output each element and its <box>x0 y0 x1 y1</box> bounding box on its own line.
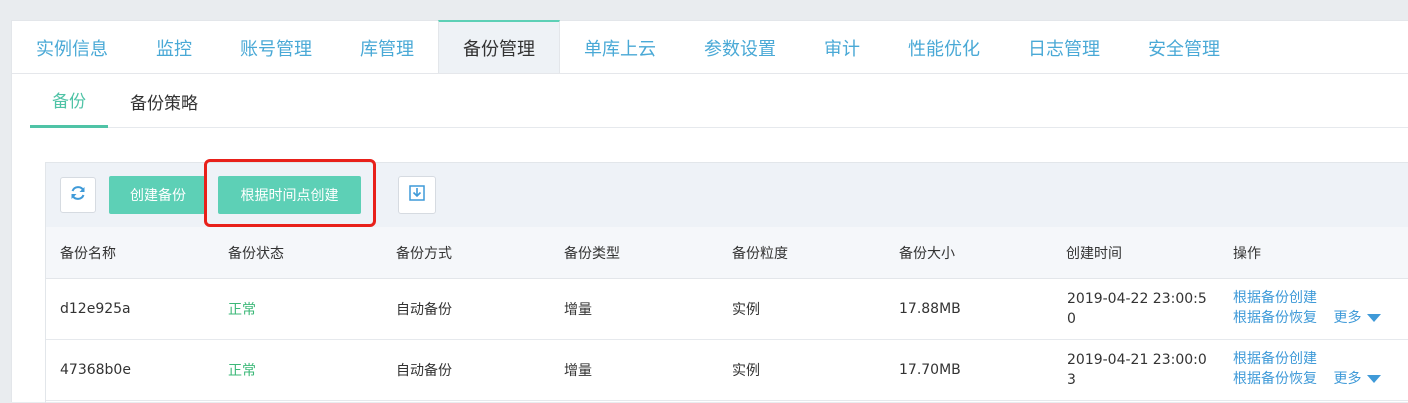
subtab-backup[interactable]: 备份 <box>30 74 108 128</box>
page: 实例信息 监控 账号管理 库管理 备份管理 单库上云 参数设置 审计 性能优化 … <box>11 20 1408 403</box>
restore-from-backup-link[interactable]: 根据备份恢复 <box>1233 369 1317 389</box>
column-header-size: 备份大小 <box>899 245 955 262</box>
backup-method: 自动备份 <box>396 302 452 318</box>
backup-status: 正常 <box>228 302 256 318</box>
subtab-backup-policy[interactable]: 备份策略 <box>108 74 220 128</box>
create-backup-button[interactable]: 创建备份 <box>109 176 207 214</box>
column-header-actions: 操作 <box>1233 245 1261 262</box>
more-dropdown[interactable]: 更多 <box>1333 369 1382 389</box>
tab-parameter-settings[interactable]: 参数设置 <box>680 21 800 74</box>
backup-panel: 创建备份 根据时间点创建 备份名称 备份状态 备份方式 备份类型 备份粒度 备份… <box>45 159 1408 403</box>
backup-type: 增量 <box>564 363 592 379</box>
refresh-button[interactable] <box>60 177 96 213</box>
top-tab-bar: 实例信息 监控 账号管理 库管理 备份管理 单库上云 参数设置 审计 性能优化 … <box>12 20 1408 74</box>
create-from-backup-link[interactable]: 根据备份创建 <box>1233 349 1317 369</box>
tab-instance-info[interactable]: 实例信息 <box>12 21 132 74</box>
table-header: 备份名称 备份状态 备份方式 备份类型 备份粒度 备份大小 创建时间 操作 <box>46 227 1408 279</box>
refresh-icon <box>69 184 87 206</box>
row-actions: 根据备份创建 根据备份恢复 更多 <box>1233 349 1408 389</box>
tab-account-management[interactable]: 账号管理 <box>216 21 336 74</box>
backup-created-time: 2019-04-22 23:00:50 <box>1067 291 1207 327</box>
tab-log-management[interactable]: 日志管理 <box>1004 21 1124 74</box>
column-header-status: 备份状态 <box>228 245 284 262</box>
backup-granularity: 实例 <box>732 302 760 318</box>
sub-tab-bar: 备份 备份策略 <box>30 74 1408 128</box>
caret-down-icon <box>1367 314 1382 322</box>
create-from-backup-link[interactable]: 根据备份创建 <box>1233 288 1317 308</box>
column-header-name: 备份名称 <box>60 245 116 262</box>
tab-audit[interactable]: 审计 <box>800 21 884 74</box>
more-label: 更多 <box>1333 371 1362 387</box>
column-header-method: 备份方式 <box>396 245 452 262</box>
backup-created-time: 2019-04-21 23:00:03 <box>1067 352 1207 388</box>
backup-size: 17.70MB <box>899 362 961 378</box>
backup-size: 17.88MB <box>899 301 961 317</box>
tab-performance-optimization[interactable]: 性能优化 <box>884 21 1004 74</box>
backup-method: 自动备份 <box>396 363 452 379</box>
more-dropdown[interactable]: 更多 <box>1333 308 1382 328</box>
column-header-granularity: 备份粒度 <box>732 245 788 262</box>
backup-name: d12e925a <box>60 301 131 317</box>
backup-name: 47368b0e <box>60 362 131 378</box>
table-row: 47368b0e 正常 自动备份 增量 实例 17.70MB 2019-04-2… <box>46 340 1408 401</box>
column-header-created: 创建时间 <box>1066 245 1122 262</box>
row-actions: 根据备份创建 根据备份恢复 更多 <box>1233 288 1408 328</box>
tab-monitoring[interactable]: 监控 <box>132 21 216 74</box>
more-label: 更多 <box>1333 310 1362 326</box>
backup-type: 增量 <box>564 302 592 318</box>
backup-granularity: 实例 <box>732 363 760 379</box>
download-icon <box>408 184 426 206</box>
tab-backup-management[interactable]: 备份管理 <box>438 20 560 73</box>
tab-security-management[interactable]: 安全管理 <box>1124 21 1244 74</box>
caret-down-icon <box>1367 375 1382 383</box>
column-header-type: 备份类型 <box>564 245 620 262</box>
backup-status: 正常 <box>228 363 256 379</box>
tab-database-management[interactable]: 库管理 <box>336 21 438 74</box>
highlight-annotation-box <box>204 159 376 227</box>
toolbar: 创建备份 根据时间点创建 <box>46 159 1408 227</box>
tab-single-db-cloud[interactable]: 单库上云 <box>560 21 680 74</box>
download-button[interactable] <box>398 176 436 214</box>
restore-from-backup-link[interactable]: 根据备份恢复 <box>1233 308 1317 328</box>
table-row: d12e925a 正常 自动备份 增量 实例 17.88MB 2019-04-2… <box>46 279 1408 340</box>
